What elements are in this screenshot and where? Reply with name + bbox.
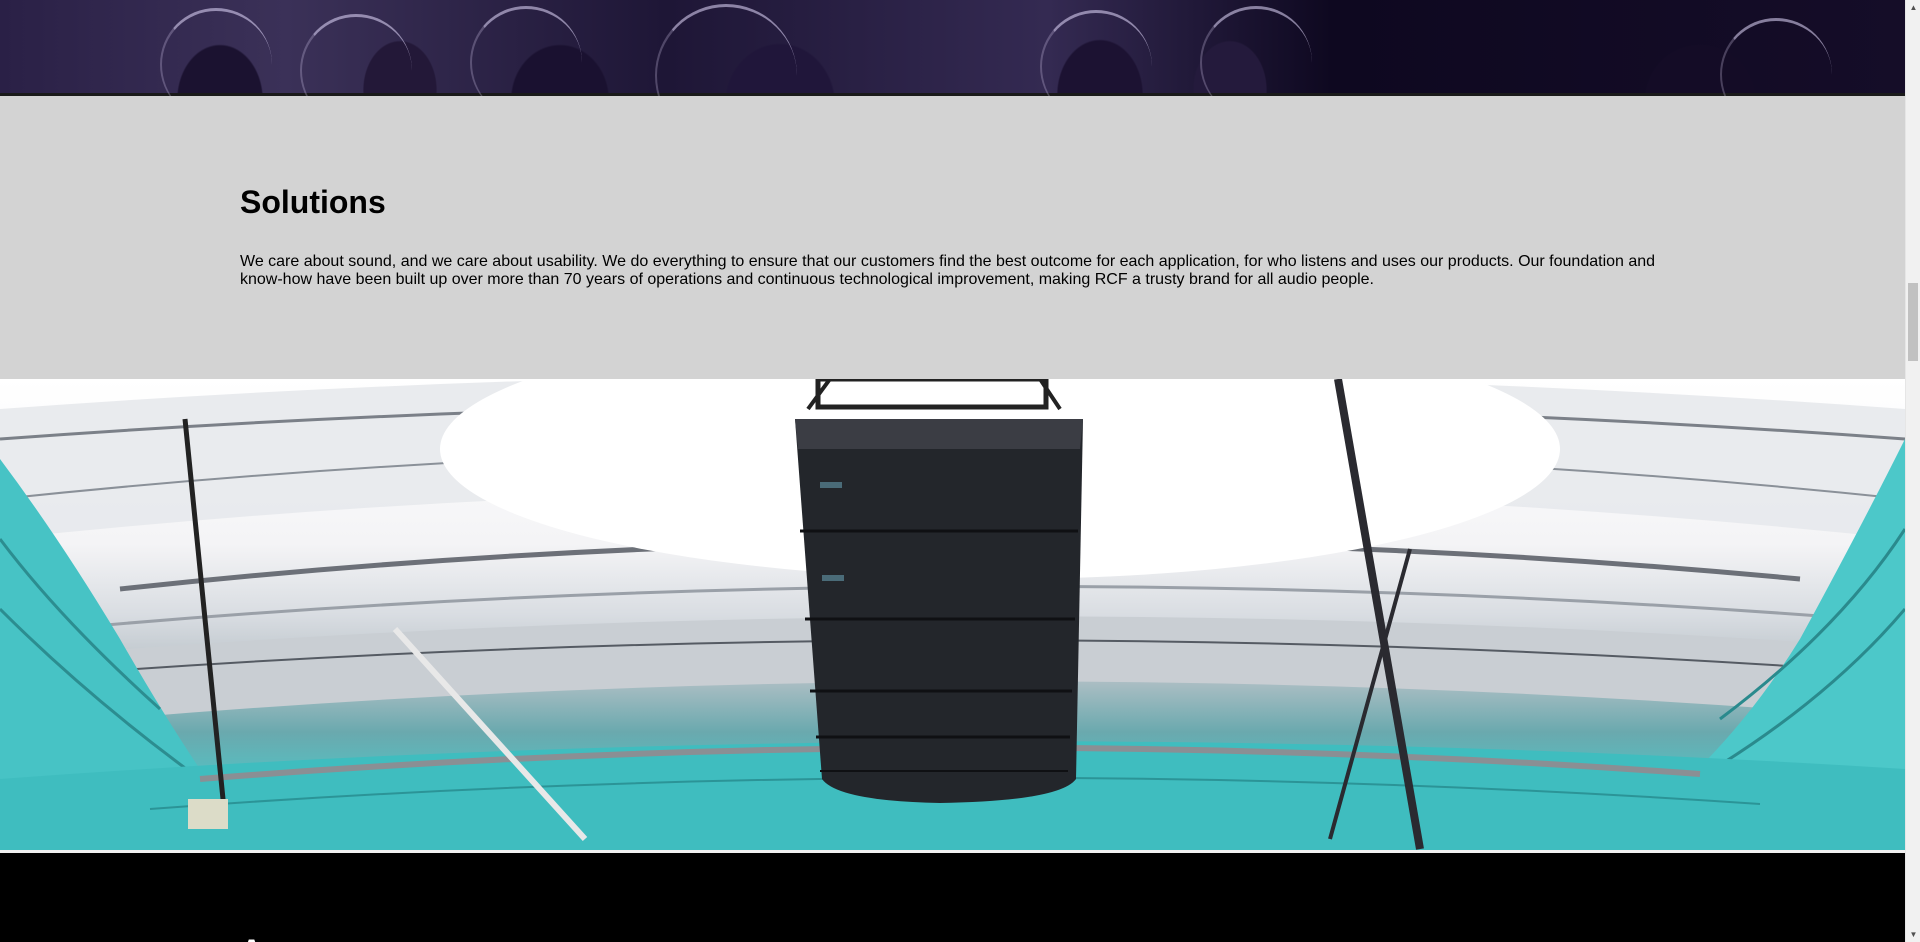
- vertical-scrollbar[interactable]: ▲ ▼: [1905, 0, 1920, 942]
- page: Solutions We care about sound, and we ca…: [0, 0, 1920, 942]
- bottom-section: Ap: [0, 850, 1905, 942]
- scrollbar-thumb[interactable]: [1908, 283, 1918, 361]
- arrow-up-icon[interactable]: ▲: [1906, 0, 1920, 15]
- solutions-heading: Solutions: [240, 184, 386, 220]
- solutions-description: We care about sound, and we care about u…: [240, 253, 1656, 288]
- stadium-line-array-image: [0, 379, 1905, 850]
- solutions-section: Solutions We care about sound, and we ca…: [0, 96, 1905, 379]
- page-content: Solutions We care about sound, and we ca…: [0, 0, 1905, 942]
- concert-crowd-image: [0, 0, 1905, 147]
- bottom-heading: Ap: [240, 933, 283, 942]
- arrow-down-icon[interactable]: ▼: [1906, 927, 1920, 942]
